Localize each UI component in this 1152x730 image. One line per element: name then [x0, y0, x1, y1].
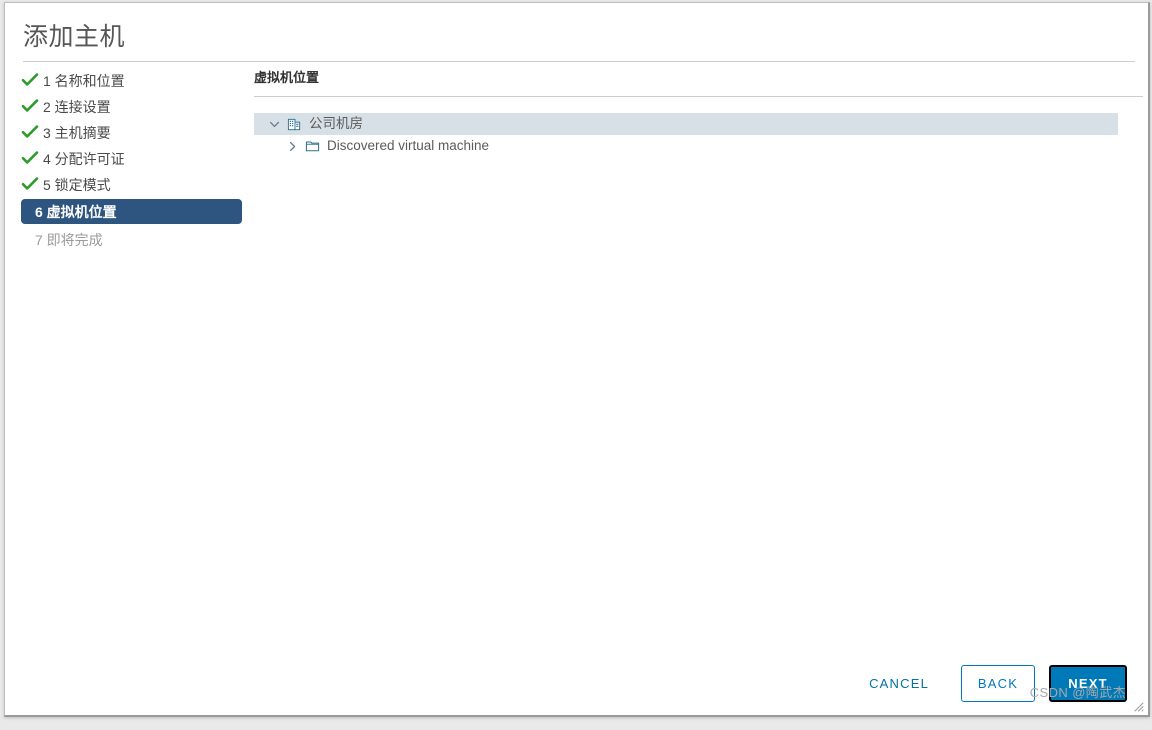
sidebar-item-step-4[interactable]: 4 分配许可证: [21, 147, 247, 170]
folder-icon: [304, 138, 320, 154]
check-icon: [21, 150, 39, 166]
cancel-button[interactable]: CANCEL: [859, 670, 939, 697]
sidebar-item-step-1[interactable]: 1 名称和位置: [21, 69, 247, 92]
content-panel: 虚拟机位置 公司机房 Discovered virtual machine: [254, 69, 1143, 157]
tree-node-label: Discovered virtual machine: [327, 138, 490, 153]
add-host-wizard-dialog: 添加主机 1 名称和位置 2 连接设置 3 主机摘要 4 分配许可证 5 锁定模…: [4, 2, 1150, 717]
chevron-down-icon[interactable]: [266, 116, 282, 132]
step-label: 1 名称和位置: [43, 72, 125, 89]
step-label: 6 虚拟机位置: [35, 203, 117, 220]
check-icon: [21, 124, 39, 140]
title-divider: [23, 61, 1135, 62]
tree-node-label: 公司机房: [309, 116, 363, 131]
back-button[interactable]: BACK: [961, 664, 1035, 702]
chevron-right-icon[interactable]: [284, 138, 300, 154]
page-title: 添加主机: [23, 23, 126, 51]
sidebar-item-step-2[interactable]: 2 连接设置: [21, 95, 247, 118]
check-icon: [21, 72, 39, 88]
section-divider: [254, 96, 1143, 97]
resize-grip-icon[interactable]: [1132, 699, 1144, 712]
section-title: 虚拟机位置: [254, 70, 320, 85]
watermark-text: CSDN @陶武杰: [1029, 685, 1126, 700]
datacenter-icon: [286, 116, 302, 132]
sidebar-item-step-6[interactable]: 6 虚拟机位置: [21, 199, 242, 224]
step-label: 3 主机摘要: [43, 124, 111, 141]
step-label: 2 连接设置: [43, 98, 111, 115]
step-label: 4 分配许可证: [43, 150, 125, 167]
tree-row[interactable]: Discovered virtual machine: [254, 135, 1118, 157]
sidebar-item-step-5[interactable]: 5 锁定模式: [21, 173, 247, 196]
step-label: 7 即将完成: [35, 231, 103, 248]
tree-row[interactable]: 公司机房: [254, 113, 1118, 135]
sidebar-item-step-7[interactable]: 7 即将完成: [21, 228, 247, 251]
wizard-step-list: 1 名称和位置 2 连接设置 3 主机摘要 4 分配许可证 5 锁定模式 6 虚…: [21, 69, 247, 254]
check-icon: [21, 98, 39, 114]
dialog-footer: CANCEL BACK NEXT: [5, 663, 1151, 703]
sidebar-item-step-3[interactable]: 3 主机摘要: [21, 121, 247, 144]
check-icon: [21, 176, 39, 192]
step-label: 5 锁定模式: [43, 176, 111, 193]
vm-location-tree: 公司机房 Discovered virtual machine: [254, 113, 1118, 157]
